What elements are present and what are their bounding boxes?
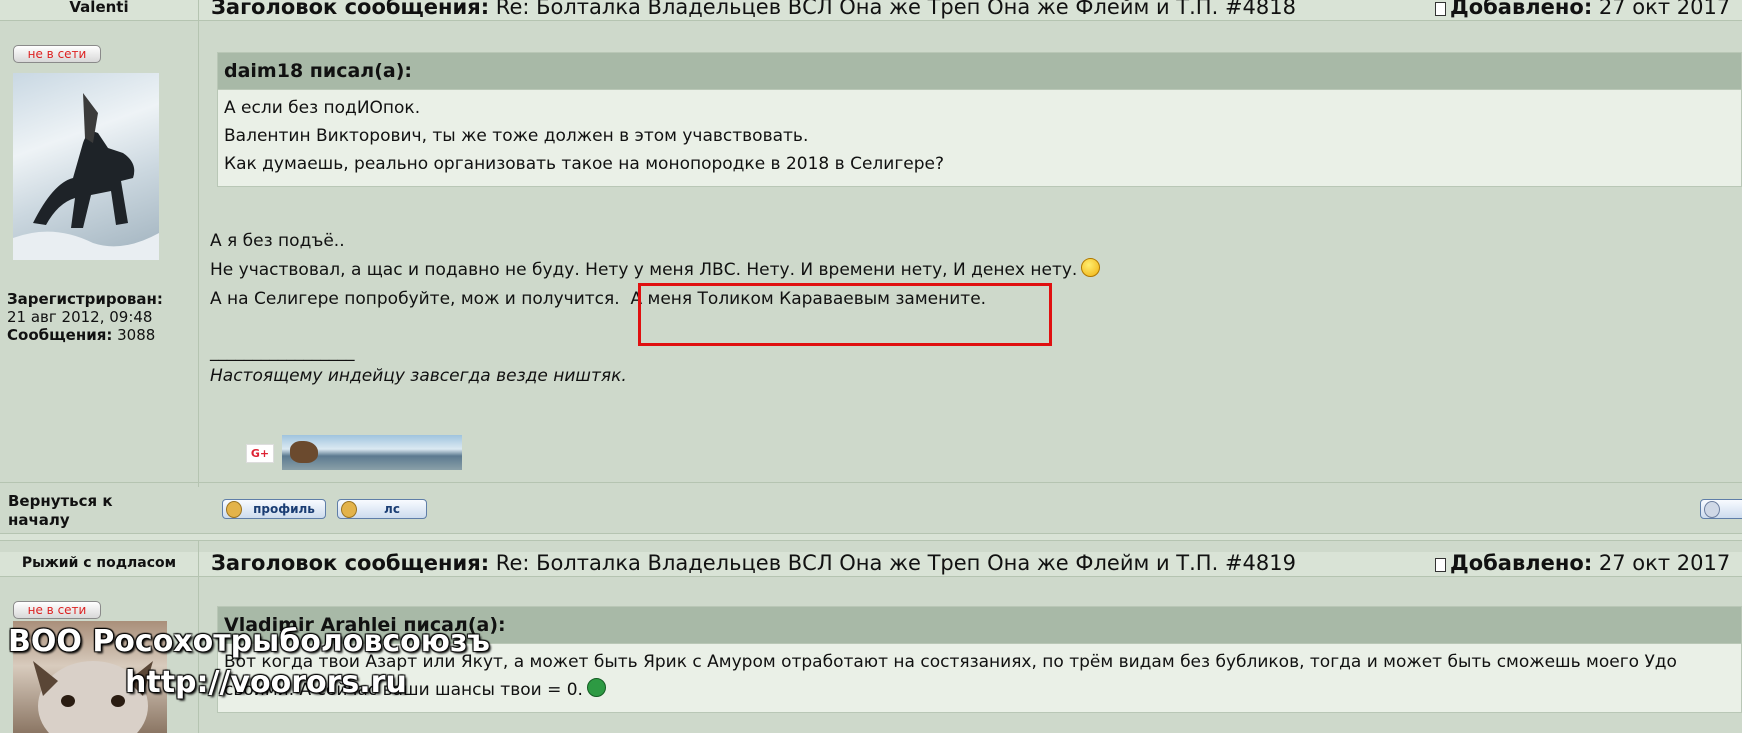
post1-status-badge: не в сети — [13, 45, 101, 63]
post1-subject-text[interactable]: Re: Болталка Владельцев ВСЛ Она же Треп … — [496, 0, 1296, 19]
post1-quote-line: А если без подИОпок. — [224, 98, 421, 118]
post1-avatar — [13, 73, 159, 260]
post1-quote: А если без подИОпок. Валентин Викторович… — [217, 90, 1742, 187]
messages-label: Сообщения: — [7, 326, 113, 344]
post2-subject-text[interactable]: Re: Болталка Владельцев ВСЛ Она же Треп … — [496, 552, 1296, 575]
post1-quote-author: daim18 писал(а): — [217, 52, 1742, 90]
post2-author[interactable]: Рыжий с подласом — [0, 552, 199, 577]
post2-status-badge: не в сети — [13, 601, 101, 619]
post-doc-icon[interactable] — [1435, 2, 1446, 16]
registered-label: Зарегистрирован: — [7, 290, 163, 308]
post-doc-icon[interactable] — [1435, 558, 1446, 572]
post1-quote-line: Валентин Викторович, ты же тоже должен в… — [224, 126, 809, 146]
quote-button[interactable] — [1700, 499, 1742, 519]
pm-button-label: лс — [384, 502, 400, 516]
profile-icon — [226, 501, 242, 518]
post1-added: Добавлено: 27 окт 2017 — [1435, 0, 1730, 18]
post1-body-line: Не участвовал, а щас и подавно не буду. … — [210, 260, 1078, 280]
post2-added-value: 27 окт 2017 — [1598, 551, 1731, 575]
registered-value: 21 авг 2012, 09:48 — [7, 308, 153, 326]
watermark-title: ВОО Росохотрыболовсоюзъ — [8, 624, 490, 659]
watermark-url: http://voorors.ru — [125, 665, 407, 700]
grin-smiley-icon — [586, 678, 606, 697]
post2-subject-label: Заголовок сообщения: — [211, 552, 490, 575]
post1-author[interactable]: Valenti — [0, 0, 199, 21]
post1-body-line: А на Селигере попробуйте, мож и получитс… — [210, 289, 620, 309]
post1-body-line: А я без подъё.. — [210, 231, 345, 251]
back-to-top-link[interactable]: Вернуться к началу — [8, 492, 178, 530]
post2-added: Добавлено: 27 окт 2017 — [1435, 552, 1730, 574]
profile-button[interactable]: профиль — [222, 499, 326, 519]
post-divider — [0, 533, 1742, 541]
profile-button-label: профиль — [253, 502, 315, 516]
pm-button[interactable]: лс — [337, 499, 427, 519]
post2-added-label: Добавлено: — [1450, 551, 1593, 575]
post1-signature: Настоящему индейцу завсегда везде ништяк… — [210, 366, 627, 386]
post1-quote-line: Как думаешь, реально организовать такое … — [224, 154, 944, 174]
messages-value: 3088 — [117, 326, 156, 344]
post1-added-value: 27 окт 2017 — [1598, 0, 1731, 19]
highlight-box — [638, 283, 1052, 346]
wink-smiley-icon — [1081, 258, 1101, 277]
google-plus-icon[interactable]: G+ — [246, 444, 274, 463]
quote-icon — [1704, 501, 1720, 518]
post1-added-label: Добавлено: — [1450, 0, 1593, 19]
pm-icon — [341, 501, 357, 518]
post1-user-info: Зарегистрирован: 21 авг 2012, 09:48 Сооб… — [7, 290, 163, 344]
signature-banner-image — [282, 435, 462, 470]
post1-subject-label: Заголовок сообщения: — [211, 0, 490, 19]
